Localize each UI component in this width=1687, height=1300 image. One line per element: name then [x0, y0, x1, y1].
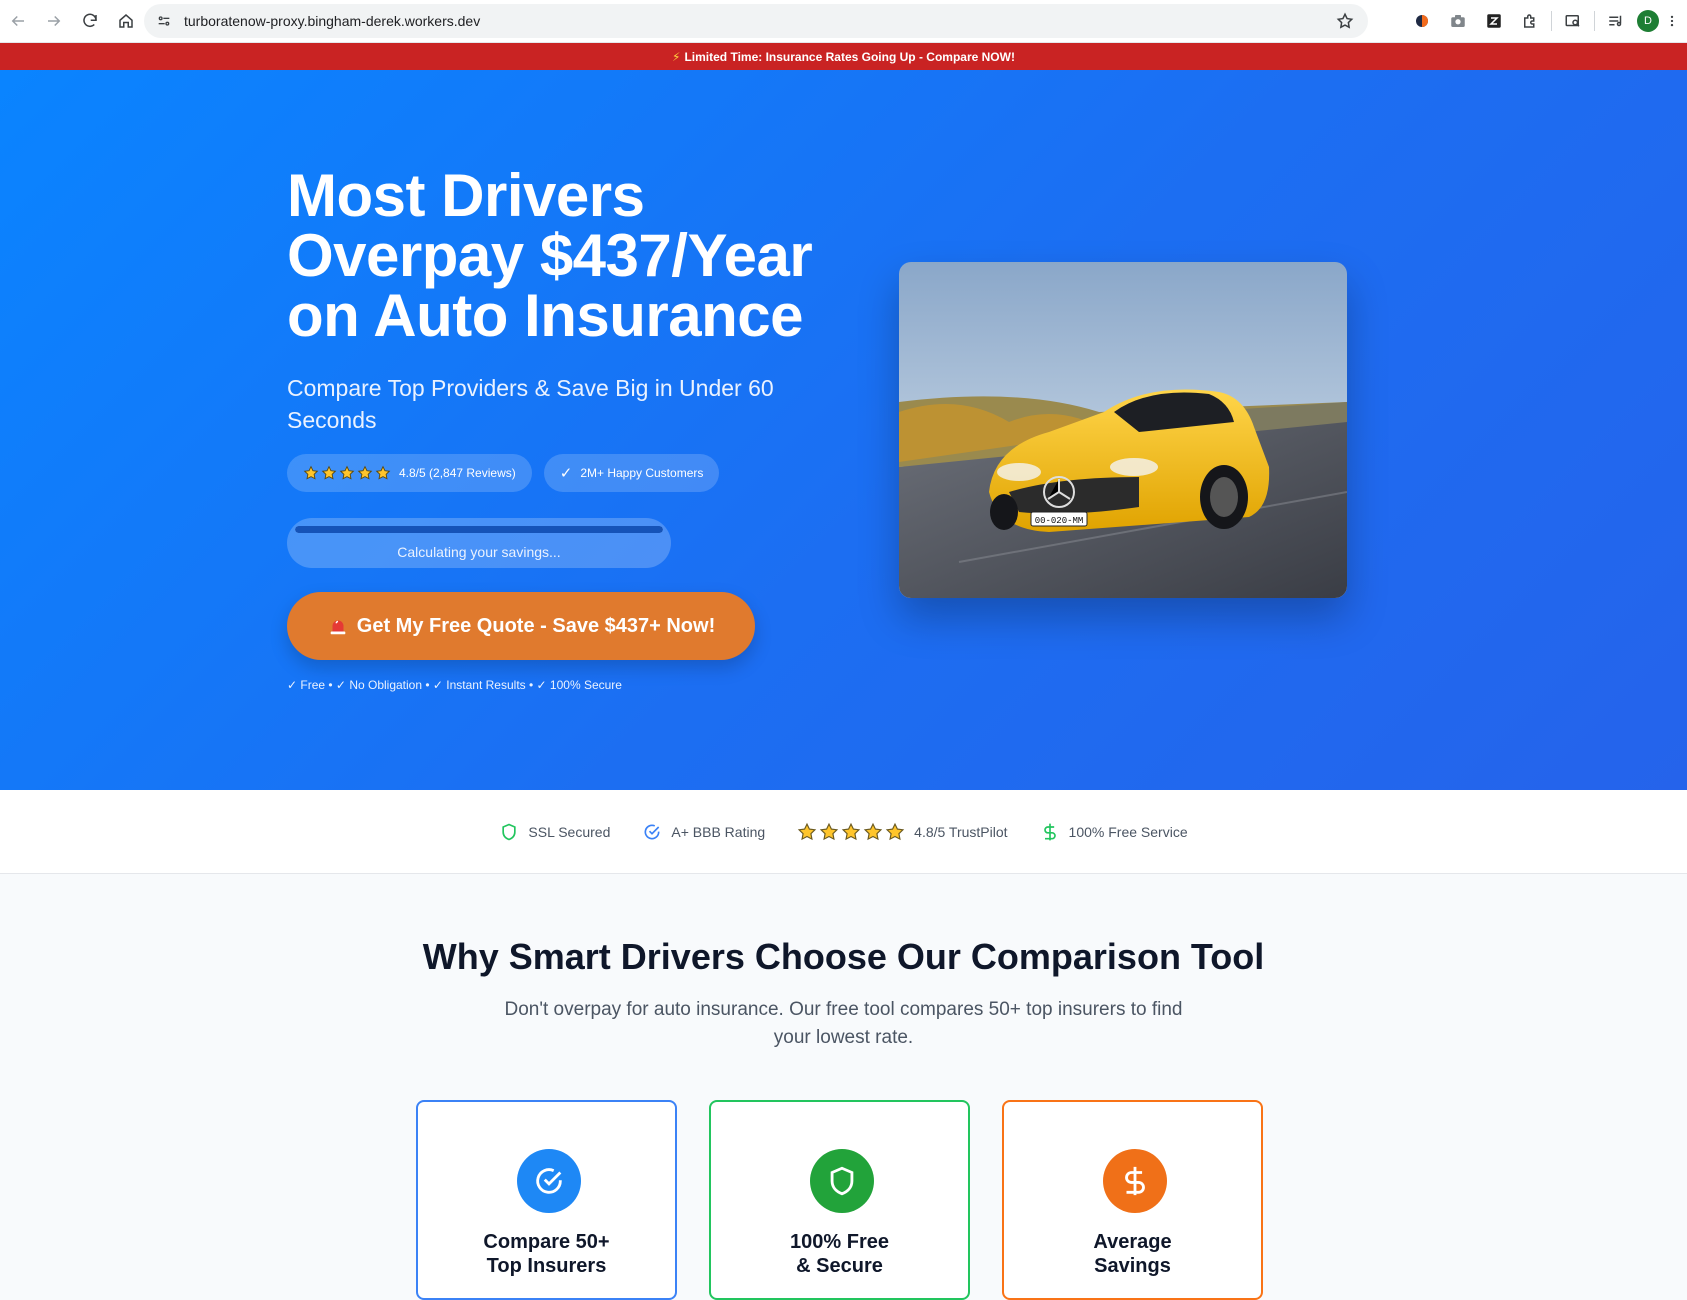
star-icon	[375, 465, 391, 480]
star-icon	[819, 822, 839, 840]
star-icon	[863, 822, 883, 840]
site-settings-icon[interactable]	[154, 11, 174, 31]
reload-icon[interactable]	[72, 3, 108, 39]
menu-icon[interactable]	[1665, 6, 1679, 36]
forward-icon[interactable]	[36, 3, 72, 39]
hero-content: Most Drivers Overpay $437/Year on Auto I…	[287, 166, 847, 692]
lightning-icon: ⚡	[672, 49, 681, 64]
shield-icon	[810, 1149, 874, 1213]
star-icon	[357, 465, 373, 480]
trust-item-trustpilot: 4.8/5 TrustPilot	[797, 822, 1008, 842]
hero-subtitle: Compare Top Providers & Save Big in Unde…	[287, 375, 774, 433]
camera-icon[interactable]	[1443, 6, 1473, 36]
trust-label: 4.8/5 TrustPilot	[914, 823, 1008, 840]
feature-card-savings: Average Savings	[1002, 1100, 1263, 1300]
plate-text: 00-020-MM	[1035, 516, 1084, 526]
rating-pill: 4.8/5 (2,847 Reviews)	[287, 454, 532, 492]
stars-icon	[797, 822, 905, 842]
address-bar[interactable]: turboratenow-proxy.bingham-derek.workers…	[144, 4, 1368, 38]
dollar-icon	[1043, 823, 1056, 840]
star-icon	[797, 822, 817, 840]
customers-text: 2M+ Happy Customers	[580, 466, 704, 480]
shield-icon	[502, 823, 517, 840]
extensions-area: D	[1407, 4, 1679, 38]
get-quote-button[interactable]: Get My Free Quote - Save $437+ Now!	[287, 592, 755, 660]
rating-stars	[303, 465, 391, 481]
browser-toolbar: turboratenow-proxy.bingham-derek.workers…	[0, 0, 1687, 43]
star-icon	[321, 465, 337, 480]
bookmark-star-icon[interactable]	[1334, 10, 1356, 32]
star-icon	[339, 465, 355, 480]
hero-title: Most Drivers Overpay $437/Year on Auto I…	[287, 162, 813, 349]
zotero-icon[interactable]	[1479, 6, 1509, 36]
home-icon[interactable]	[108, 3, 144, 39]
url-text[interactable]: turboratenow-proxy.bingham-derek.workers…	[184, 13, 1334, 29]
urgency-banner: ⚡ Limited Time: Insurance Rates Going Up…	[0, 43, 1687, 70]
progress-track	[295, 526, 663, 533]
fineprint: ✓ Free • ✓ No Obligation • ✓ Instant Res…	[287, 678, 622, 692]
media-icon[interactable]	[1601, 6, 1631, 36]
hero-car-image: 00-020-MM	[899, 262, 1347, 598]
siren-icon	[330, 620, 346, 635]
customers-pill: ✓ 2M+ Happy Customers	[543, 454, 720, 492]
trust-label: SSL Secured	[528, 823, 611, 840]
banner-text: Limited Time: Insurance Rates Going Up -…	[684, 49, 1015, 64]
feature-card-compare: Compare 50+ Top Insurers	[416, 1100, 677, 1300]
hero-section: Most Drivers Overpay $437/Year on Auto I…	[0, 70, 1687, 790]
toolbar-divider	[1594, 11, 1595, 31]
social-proof-pills: 4.8/5 (2,847 Reviews) ✓ 2M+ Happy Custom…	[287, 454, 847, 492]
search-tab-icon[interactable]	[1558, 6, 1588, 36]
trust-item-free: 100% Free Service	[1040, 822, 1188, 842]
progress-fill	[295, 526, 663, 533]
star-icon	[841, 822, 861, 840]
back-icon[interactable]	[0, 3, 36, 39]
check-icon: ✓	[559, 465, 573, 482]
check-circle-icon	[644, 824, 660, 839]
dollar-icon	[1103, 1149, 1167, 1213]
trust-bar: SSL Secured A+ BBB Rating 4.8/5 TrustPil…	[0, 790, 1687, 874]
progress-label: Calculating your savings...	[397, 544, 561, 560]
trust-item-bbb: A+ BBB Rating	[642, 822, 765, 842]
toolbar-divider	[1551, 11, 1552, 31]
trust-item-ssl: SSL Secured	[499, 822, 610, 842]
extension-color-icon[interactable]	[1407, 6, 1437, 36]
savings-progress: Calculating your savings...	[287, 518, 671, 568]
rating-text: 4.8/5 (2,847 Reviews)	[399, 466, 516, 480]
check-circle-icon	[517, 1149, 581, 1213]
trust-label: A+ BBB Rating	[671, 823, 766, 840]
star-icon	[303, 465, 319, 480]
cta-label: Get My Free Quote - Save $437+ Now!	[356, 614, 716, 637]
profile-avatar[interactable]: D	[1637, 10, 1659, 32]
why-subtitle: Don't overpay for auto insurance. Our fr…	[504, 999, 1183, 1048]
card-title: Average Savings	[1093, 1231, 1172, 1277]
feature-card-free: 100% Free & Secure	[709, 1100, 970, 1300]
why-section: Why Smart Drivers Choose Our Comparison …	[0, 874, 1687, 1300]
card-title: 100% Free & Secure	[790, 1231, 889, 1277]
why-title: Why Smart Drivers Choose Our Comparison …	[422, 936, 1265, 977]
puzzle-icon[interactable]	[1515, 6, 1545, 36]
star-icon	[885, 822, 905, 840]
trust-label: 100% Free Service	[1068, 823, 1188, 840]
card-title: Compare 50+ Top Insurers	[483, 1231, 610, 1277]
